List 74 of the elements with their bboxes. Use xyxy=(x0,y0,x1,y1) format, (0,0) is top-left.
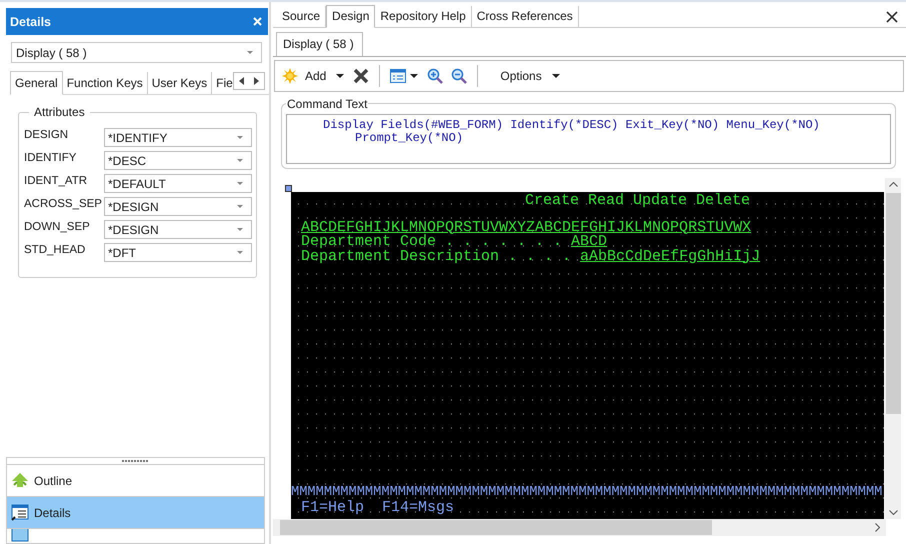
x-icon xyxy=(353,68,370,84)
function-key-legend: F1=Help F14=Msgs xyxy=(301,500,454,515)
dropdown-value: *DFT xyxy=(108,246,136,260)
tab[interactable]: General xyxy=(10,71,63,95)
command-text-field[interactable]: Display Fields(#WEB_FORM) Identify(*DESC) Exit_Key(*NO) Menu_Key(*NO) Prompt_Key(*NO) xyxy=(286,114,891,164)
attribute-label: IDENTIFY xyxy=(24,151,78,166)
tab[interactable]: Fie xyxy=(212,72,234,94)
message-line: MMMMMMMMMMMMMMMMMMMMMMMMMMMMMMMMMMMMMMMMMMMMMMMMMMMMMMMMMMMMMMMMMMMMMMMM xyxy=(291,486,882,500)
input-field[interactable]: ABCD xyxy=(571,235,608,250)
scroll-thumb[interactable] xyxy=(886,193,900,414)
caret-icon xyxy=(550,72,561,80)
list-icon xyxy=(390,69,406,83)
form-icon xyxy=(11,504,29,521)
vertical-scrollbar[interactable] xyxy=(885,178,901,519)
tab-scroll-button[interactable] xyxy=(233,72,265,90)
attribute-label: DESIGN xyxy=(24,128,70,143)
item-label: Details xyxy=(34,506,71,520)
attribute-dropdown[interactable]: *DESIGN xyxy=(104,220,252,239)
right-arrow-icon xyxy=(254,77,259,85)
zoom-in-icon xyxy=(427,68,444,84)
close-icon xyxy=(253,17,262,26)
panel-title: Details xyxy=(10,14,51,28)
add-button[interactable]: Add xyxy=(279,66,348,86)
item-label: Outline xyxy=(34,474,72,488)
input-field[interactable]: ABCDEFGHIJKLMNOPQRSTUVWXYZABCDEFGHIJKLMNOPQRSTUVWX xyxy=(301,220,752,235)
attribute-label: ACROSS_SEP xyxy=(24,197,102,212)
attribute-dropdown[interactable]: *DESC xyxy=(104,151,252,170)
attribute-label: DOWN_SEP xyxy=(24,220,91,235)
dropdown-value: *DESIGN xyxy=(108,200,159,214)
attribute-label: STD_HEAD xyxy=(24,243,86,258)
tree-arrow-icon xyxy=(11,472,29,489)
tab[interactable]: Display ( 58 ) xyxy=(276,32,363,56)
screen-title: Create Read Update Delete xyxy=(525,194,750,208)
dropdown-arrow-icon xyxy=(237,159,243,162)
dropdown-value: *DESC xyxy=(108,154,146,168)
field-label: Department Code . . . . . . . xyxy=(301,235,562,250)
dropdown-arrow-icon xyxy=(237,136,243,139)
group-title: Attributes xyxy=(29,105,90,119)
group-title: Command Text xyxy=(286,97,368,111)
caret-icon xyxy=(335,72,346,80)
horizontal-scrollbar[interactable] xyxy=(273,519,886,536)
tab[interactable]: User Keys xyxy=(148,72,212,94)
dropdown-arrow-icon xyxy=(247,51,253,54)
attribute-dropdown[interactable]: *IDENTIFY xyxy=(104,128,252,147)
field-label: Department Description . . . . xyxy=(301,250,572,264)
dropdown-value: *DESIGN xyxy=(108,222,159,236)
input-field[interactable]: aAbBcCdDeEfFgGhHiIjJ xyxy=(580,250,760,264)
tab[interactable]: Function Keys xyxy=(62,72,148,94)
selection-handle[interactable] xyxy=(285,185,292,192)
dropdown-value: *DEFAULT xyxy=(108,176,166,190)
tab[interactable]: Repository Help xyxy=(375,6,472,27)
left-arrow-icon xyxy=(239,77,244,85)
attribute-dropdown[interactable]: *DEFAULT xyxy=(104,174,252,193)
dropdown-value: Display ( 58 ) xyxy=(16,46,87,60)
dropdown-arrow-icon xyxy=(237,228,243,231)
options-button[interactable]: Options xyxy=(493,67,564,85)
close-icon xyxy=(886,11,898,23)
attribute-dropdown[interactable]: *DESIGN xyxy=(104,197,252,216)
caret-icon xyxy=(409,72,420,80)
dropdown-arrow-icon xyxy=(237,251,243,254)
tab[interactable]: Design xyxy=(326,5,376,28)
scroll-thumb[interactable] xyxy=(280,520,712,535)
dropdown-arrow-icon xyxy=(237,182,243,185)
tab[interactable]: Cross References xyxy=(472,6,579,27)
navigator-item[interactable]: Details xyxy=(7,497,264,529)
sun-icon xyxy=(282,68,298,84)
dropdown-value: *IDENTIFY xyxy=(108,130,168,144)
code-line: Display Fields(#WEB_FORM) Identify(*DESC) Exit_Key(*NO) Menu_Key(*NO) xyxy=(323,119,821,132)
code-line: Prompt_Key(*NO) xyxy=(354,132,464,145)
object-dropdown[interactable]: Display ( 58 ) xyxy=(11,42,262,63)
attribute-label: IDENT_ATR xyxy=(24,174,88,189)
dropdown-arrow-icon xyxy=(237,205,243,208)
zoom-out-icon xyxy=(451,68,468,84)
attribute-dropdown[interactable]: *DFT xyxy=(104,243,252,262)
